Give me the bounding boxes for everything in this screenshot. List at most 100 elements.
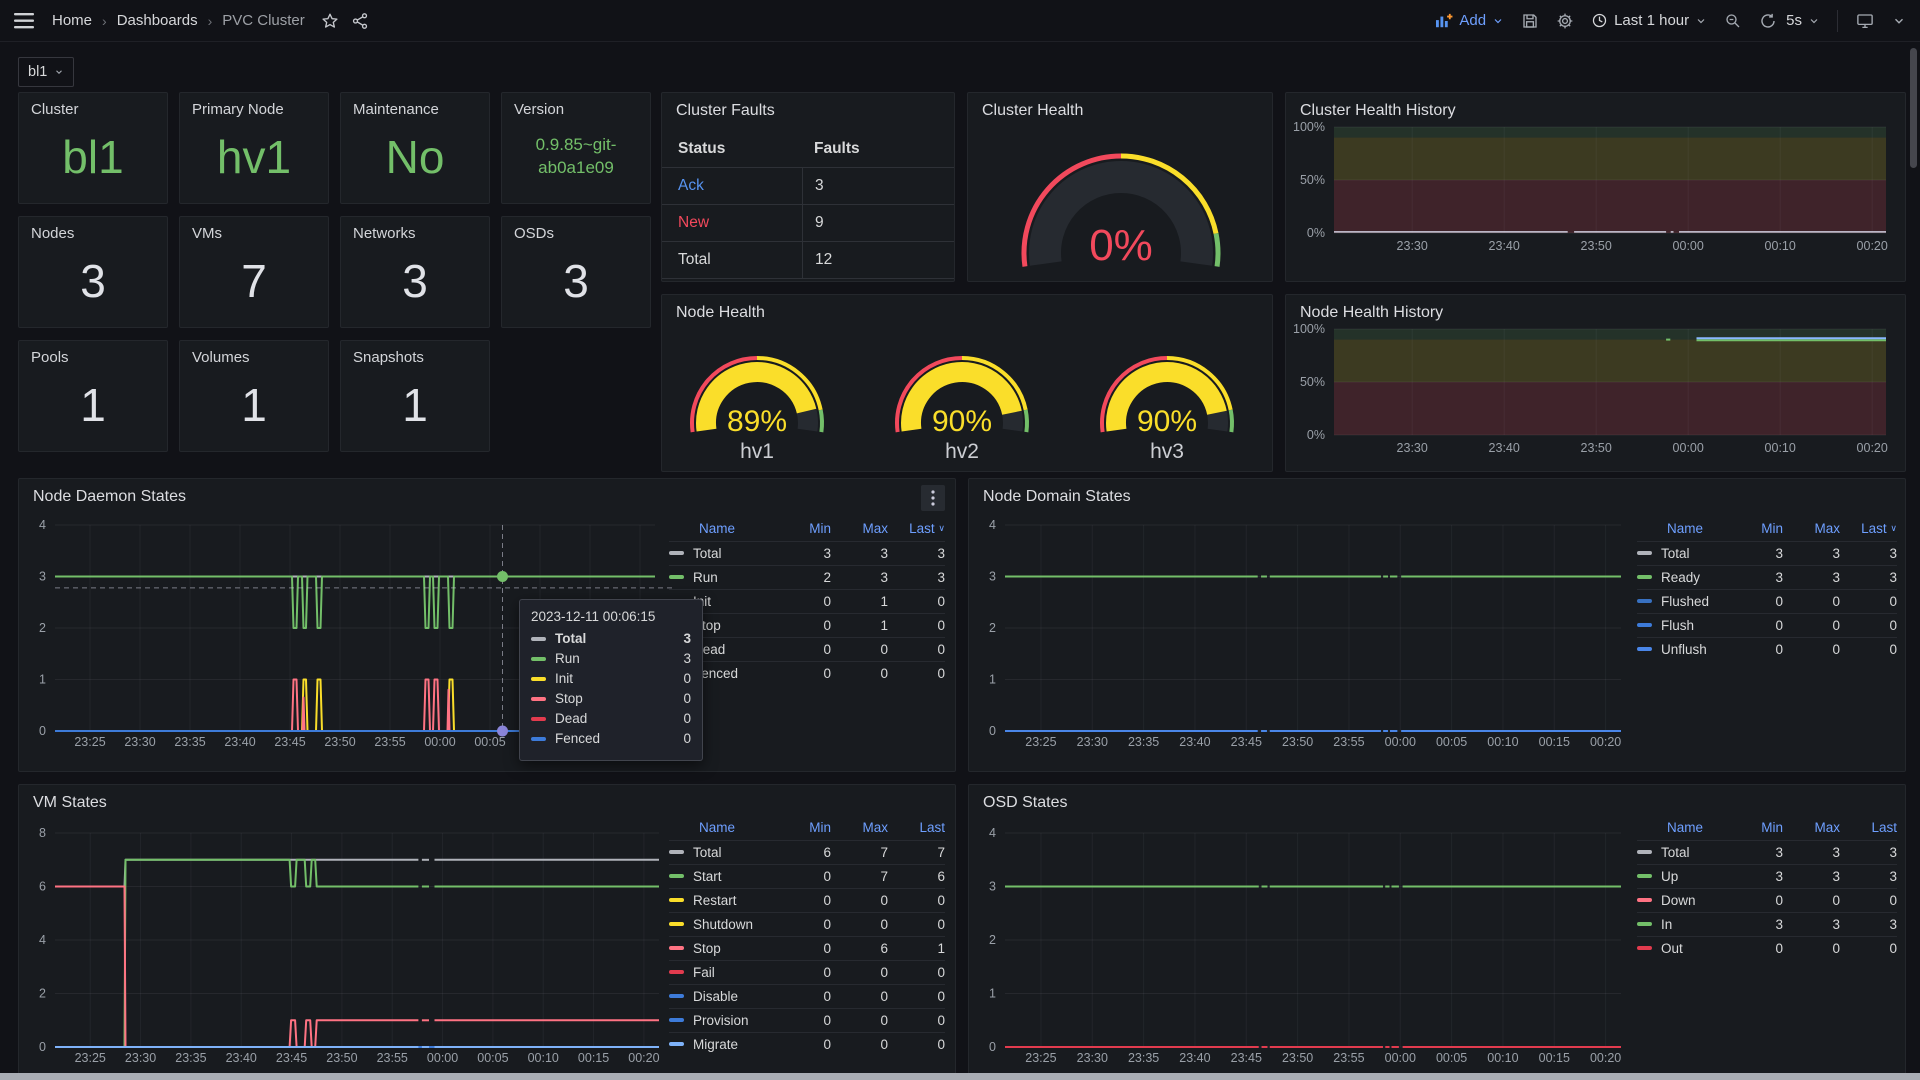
legend-item[interactable]: Provision — [669, 1009, 774, 1033]
legend-header[interactable]: Last — [888, 818, 945, 841]
stat-value: 3 — [514, 242, 638, 319]
svg-text:00:10: 00:10 — [1765, 239, 1796, 253]
panel-title[interactable]: OSD States — [983, 794, 1067, 812]
panel-menu-kebab-icon[interactable] — [921, 485, 945, 511]
panel-title[interactable]: Node Daemon States — [33, 488, 186, 506]
legend-header[interactable]: Max — [1783, 818, 1840, 841]
legend-item[interactable]: Flushed — [1637, 590, 1726, 614]
refresh-interval-picker[interactable]: 5s — [1786, 12, 1820, 29]
legend-item[interactable]: Total — [1637, 542, 1726, 566]
add-button[interactable]: Add — [1435, 12, 1504, 29]
legend-item[interactable]: Down — [1637, 889, 1726, 913]
svg-text:hv3: hv3 — [1150, 440, 1184, 463]
legend-item[interactable]: Migrate — [669, 1033, 774, 1057]
legend-item[interactable]: In — [1637, 913, 1726, 937]
kiosk-mode-icon[interactable] — [1855, 12, 1875, 30]
panel-title[interactable]: Node Domain States — [983, 488, 1131, 506]
zoom-out-icon[interactable] — [1724, 12, 1742, 30]
legend-row: Up333 — [1637, 865, 1897, 889]
legend-header[interactable]: Max — [831, 818, 888, 841]
legend-header-name[interactable]: Name — [669, 818, 774, 841]
tooltip-row: Init0 — [531, 671, 691, 686]
legend-item[interactable]: Flush — [1637, 614, 1726, 638]
stat-title[interactable]: OSDs — [514, 225, 638, 242]
svg-text:0: 0 — [39, 724, 46, 738]
legend-item[interactable]: Unflush — [1637, 638, 1726, 662]
legend-item[interactable]: Total — [1637, 841, 1726, 865]
legend-item[interactable]: Out — [1637, 937, 1726, 961]
stat-value: 1 — [192, 366, 316, 443]
legend-item[interactable]: Run — [669, 566, 774, 590]
legend-item[interactable]: Fail — [669, 961, 774, 985]
legend-row: In333 — [1637, 913, 1897, 937]
panel-osd-states: OSD States 0123423:2523:3023:3523:4023:4… — [968, 784, 1906, 1080]
breadcrumb-dashboards[interactable]: Dashboards — [117, 12, 198, 29]
legend-header[interactable]: Min — [774, 519, 831, 542]
panel-title[interactable]: Cluster Health — [982, 102, 1083, 120]
legend-item[interactable]: Restart — [669, 889, 774, 913]
stat-title[interactable]: Pools — [31, 349, 155, 366]
add-label: Add — [1459, 12, 1486, 29]
svg-text:23:30: 23:30 — [125, 1051, 156, 1065]
breadcrumb-home[interactable]: Home — [52, 12, 92, 29]
scrollbar-thumb[interactable] — [1910, 48, 1917, 168]
svg-text:1: 1 — [989, 987, 996, 1001]
stat-value: 3 — [31, 242, 155, 319]
legend-header-name[interactable]: Name — [1637, 818, 1726, 841]
legend-item[interactable]: Total — [669, 841, 774, 865]
stat-title[interactable]: Cluster — [31, 101, 155, 118]
dashboard-settings-icon[interactable] — [1556, 12, 1574, 30]
legend-header[interactable]: Min — [1726, 818, 1783, 841]
star-icon[interactable] — [321, 12, 339, 30]
chevron-down-icon — [1808, 15, 1820, 27]
legend-item[interactable]: Stop — [669, 937, 774, 961]
legend-item[interactable]: Shutdown — [669, 913, 774, 937]
tooltip-row: Dead0 — [531, 711, 691, 726]
bottom-scrollbar[interactable] — [0, 1073, 1920, 1080]
refresh-icon[interactable] — [1759, 12, 1777, 30]
stat-title[interactable]: Maintenance — [353, 101, 477, 118]
legend-header[interactable]: Min — [1726, 519, 1783, 542]
stat-title[interactable]: Nodes — [31, 225, 155, 242]
panel-title[interactable]: Node Health — [676, 304, 765, 322]
panel-title[interactable]: VM States — [33, 794, 107, 812]
svg-text:23:45: 23:45 — [1231, 1051, 1262, 1065]
legend-header[interactable]: Max — [831, 519, 888, 542]
svg-text:23:45: 23:45 — [1231, 735, 1262, 749]
legend-header[interactable]: Min — [774, 818, 831, 841]
hamburger-menu-icon[interactable] — [14, 13, 34, 29]
panel-title[interactable]: Node Health History — [1300, 304, 1443, 322]
legend-header[interactable]: Last ∨ — [1840, 519, 1897, 542]
legend-osd-states: NameMinMaxLastTotal333Up333Down000In333O… — [1637, 818, 1897, 960]
panel-title[interactable]: Cluster Health History — [1300, 102, 1456, 120]
panel-title[interactable]: Cluster Faults — [676, 102, 775, 120]
legend-item[interactable]: Total — [669, 542, 774, 566]
legend-item[interactable]: Up — [1637, 865, 1726, 889]
legend-header-name[interactable]: Name — [1637, 519, 1726, 542]
legend-header[interactable]: Max — [1783, 519, 1840, 542]
legend-header[interactable]: Last ∨ — [888, 519, 945, 542]
save-dashboard-icon[interactable] — [1521, 12, 1539, 30]
legend-item[interactable]: Ready — [1637, 566, 1726, 590]
legend-row: Total333 — [1637, 841, 1897, 865]
legend-item[interactable]: Start — [669, 865, 774, 889]
legend-header[interactable]: Last — [1840, 818, 1897, 841]
stat-title[interactable]: VMs — [192, 225, 316, 242]
stat-title[interactable]: Networks — [353, 225, 477, 242]
stat-title[interactable]: Primary Node — [192, 101, 316, 118]
time-range-picker[interactable]: Last 1 hour — [1591, 12, 1707, 29]
svg-text:00:15: 00:15 — [1539, 1051, 1570, 1065]
stat-panel-cluster: Clusterbl1 — [18, 92, 168, 204]
svg-text:100%: 100% — [1293, 322, 1325, 336]
variable-dropdown[interactable]: bl1 — [18, 57, 74, 87]
stat-title[interactable]: Version — [514, 101, 638, 118]
share-icon[interactable] — [351, 12, 369, 30]
legend-header-name[interactable]: Name — [669, 519, 774, 542]
legend-item[interactable]: Disable — [669, 985, 774, 1009]
chevron-down-icon[interactable] — [1892, 14, 1906, 28]
svg-text:0%: 0% — [1307, 226, 1325, 240]
svg-text:23:40: 23:40 — [1489, 441, 1520, 455]
stat-title[interactable]: Volumes — [192, 349, 316, 366]
stat-title[interactable]: Snapshots — [353, 349, 477, 366]
series-color-swatch — [1637, 647, 1652, 651]
